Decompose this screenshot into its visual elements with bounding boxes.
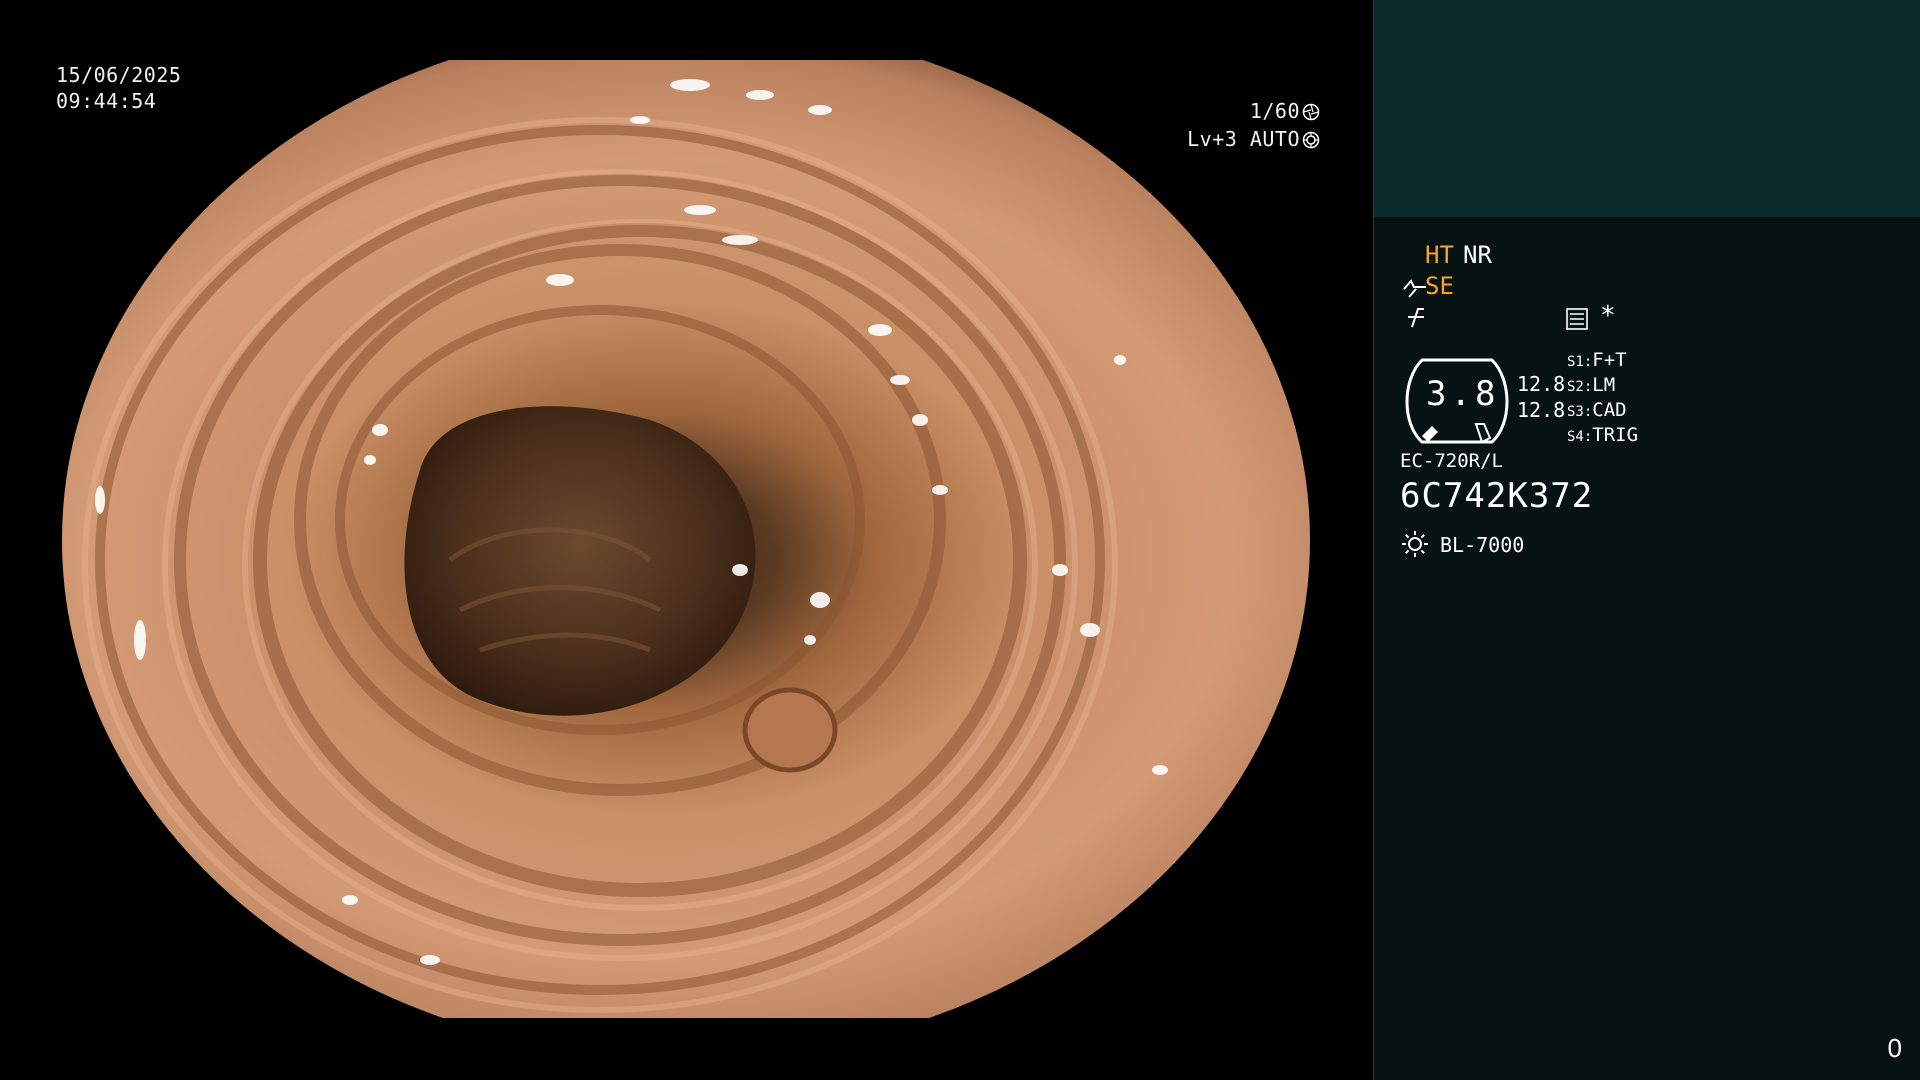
zoom-value: 3.8 <box>1426 374 1500 414</box>
switch-value: CAD <box>1592 399 1627 421</box>
switch-value: TRIG <box>1592 424 1639 446</box>
iris-icon <box>1302 131 1320 149</box>
asterisk-marker: * <box>1600 301 1616 331</box>
exam-time: 09:44:54 <box>56 89 157 113</box>
light-source-model: BL-7000 <box>1440 533 1525 557</box>
light-source-icon <box>1402 531 1428 557</box>
brightness-level: Lv+3 AUTO <box>1187 126 1320 152</box>
scope-serial: 6C742K372 <box>1400 476 1594 516</box>
exam-date: 15/06/2025 <box>56 63 182 87</box>
level-value: Lv+3 AUTO <box>1187 127 1300 151</box>
readout-1: 12.8 <box>1517 372 1566 396</box>
shutter-speed: 1/60 <box>1250 98 1320 124</box>
switch-s3: S3:CAD <box>1567 398 1627 424</box>
edge-enhancement-icon <box>1408 308 1424 328</box>
switch-value: F+T <box>1592 349 1627 371</box>
image-counter: 0 <box>1887 1033 1902 1063</box>
switch-key: S4: <box>1567 429 1593 445</box>
endoscopic-image <box>60 19 1312 1061</box>
aperture-icon <box>1302 103 1320 121</box>
switch-s2: S2:LM <box>1567 373 1615 399</box>
switch-key: S3: <box>1567 404 1593 420</box>
se-indicator: SE <box>1425 272 1454 300</box>
menu-list-icon <box>1566 308 1588 330</box>
readout-2: 12.8 <box>1517 398 1566 422</box>
nr-indicator: NR <box>1463 241 1492 269</box>
scope-model: EC-720R/L <box>1400 450 1503 472</box>
status-panel: HT NR SE * 3.8 12.8 12.8 S1:F+T S2:LM S3… <box>1373 217 1920 1080</box>
thumbnail-area <box>1373 0 1920 217</box>
ht-indicator: HT <box>1425 241 1454 269</box>
switch-value: LM <box>1592 374 1616 396</box>
switch-s4: S4:TRIG <box>1567 423 1638 449</box>
shutter-value: 1/60 <box>1249 99 1300 123</box>
switch-key: S2: <box>1567 379 1593 395</box>
switch-key: S1: <box>1567 354 1593 370</box>
switch-s1: S1:F+T <box>1567 348 1627 374</box>
endoscope-video-area: 15/06/2025 09:44:54 1/60 Lv+3 AUTO <box>0 0 1372 1080</box>
